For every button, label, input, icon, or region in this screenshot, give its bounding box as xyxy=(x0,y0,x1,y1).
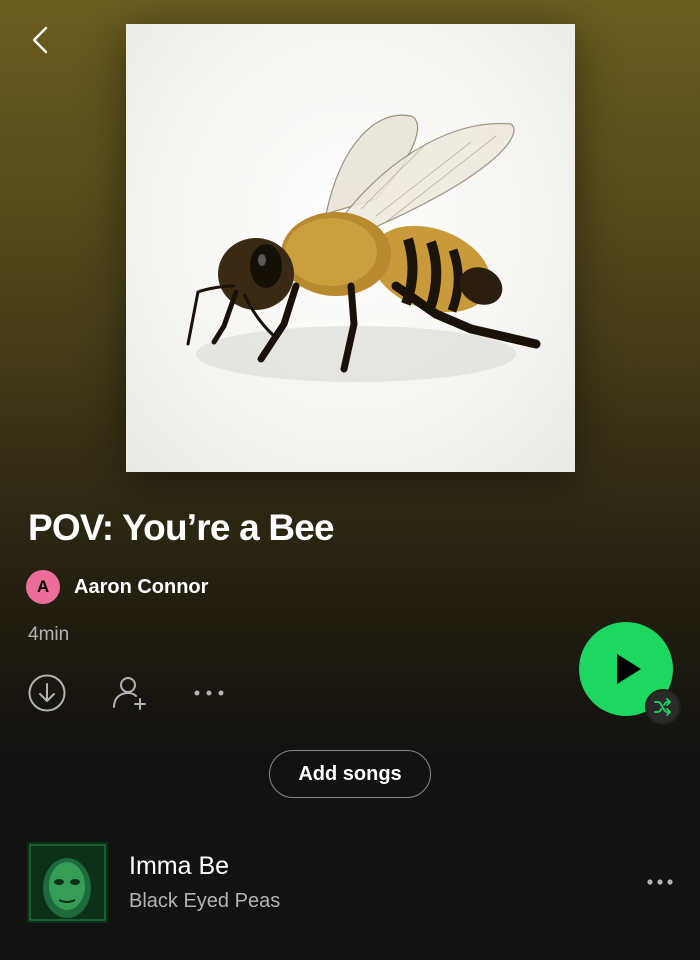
track-artist[interactable]: Black Eyed Peas xyxy=(129,890,280,913)
download-button[interactable] xyxy=(27,673,67,713)
owner-name[interactable]: Aaron Connor xyxy=(74,576,208,599)
playlist-cover-image xyxy=(126,24,575,472)
album-art-image xyxy=(27,842,108,923)
playlist-duration: 4min xyxy=(28,624,70,645)
bee-illustration xyxy=(186,114,541,382)
playlist-title: POV: You’re a Bee xyxy=(28,507,335,548)
more-icon xyxy=(194,690,224,696)
more-icon xyxy=(647,879,673,885)
add-songs-button[interactable]: Add songs xyxy=(269,750,431,798)
playlist-owner[interactable]: A Aaron Connor xyxy=(26,570,208,604)
track-more-button[interactable] xyxy=(640,866,680,898)
more-options-button[interactable] xyxy=(189,673,229,713)
playlist-screen: POV: You’re a Bee A Aaron Connor 4min Ad… xyxy=(0,0,700,960)
back-button[interactable] xyxy=(22,22,58,58)
track-row[interactable]: Imma Be Black Eyed Peas xyxy=(0,836,700,928)
track-album-art xyxy=(27,842,108,923)
download-icon xyxy=(28,674,66,712)
track-title: Imma Be xyxy=(129,852,230,880)
shuffle-button[interactable] xyxy=(645,689,681,725)
back-icon xyxy=(32,26,48,54)
shuffle-icon xyxy=(654,698,671,716)
owner-avatar[interactable]: A xyxy=(26,570,60,604)
play-icon xyxy=(617,654,641,684)
add-user-icon xyxy=(113,677,146,710)
add-collaborator-button[interactable] xyxy=(110,673,150,713)
